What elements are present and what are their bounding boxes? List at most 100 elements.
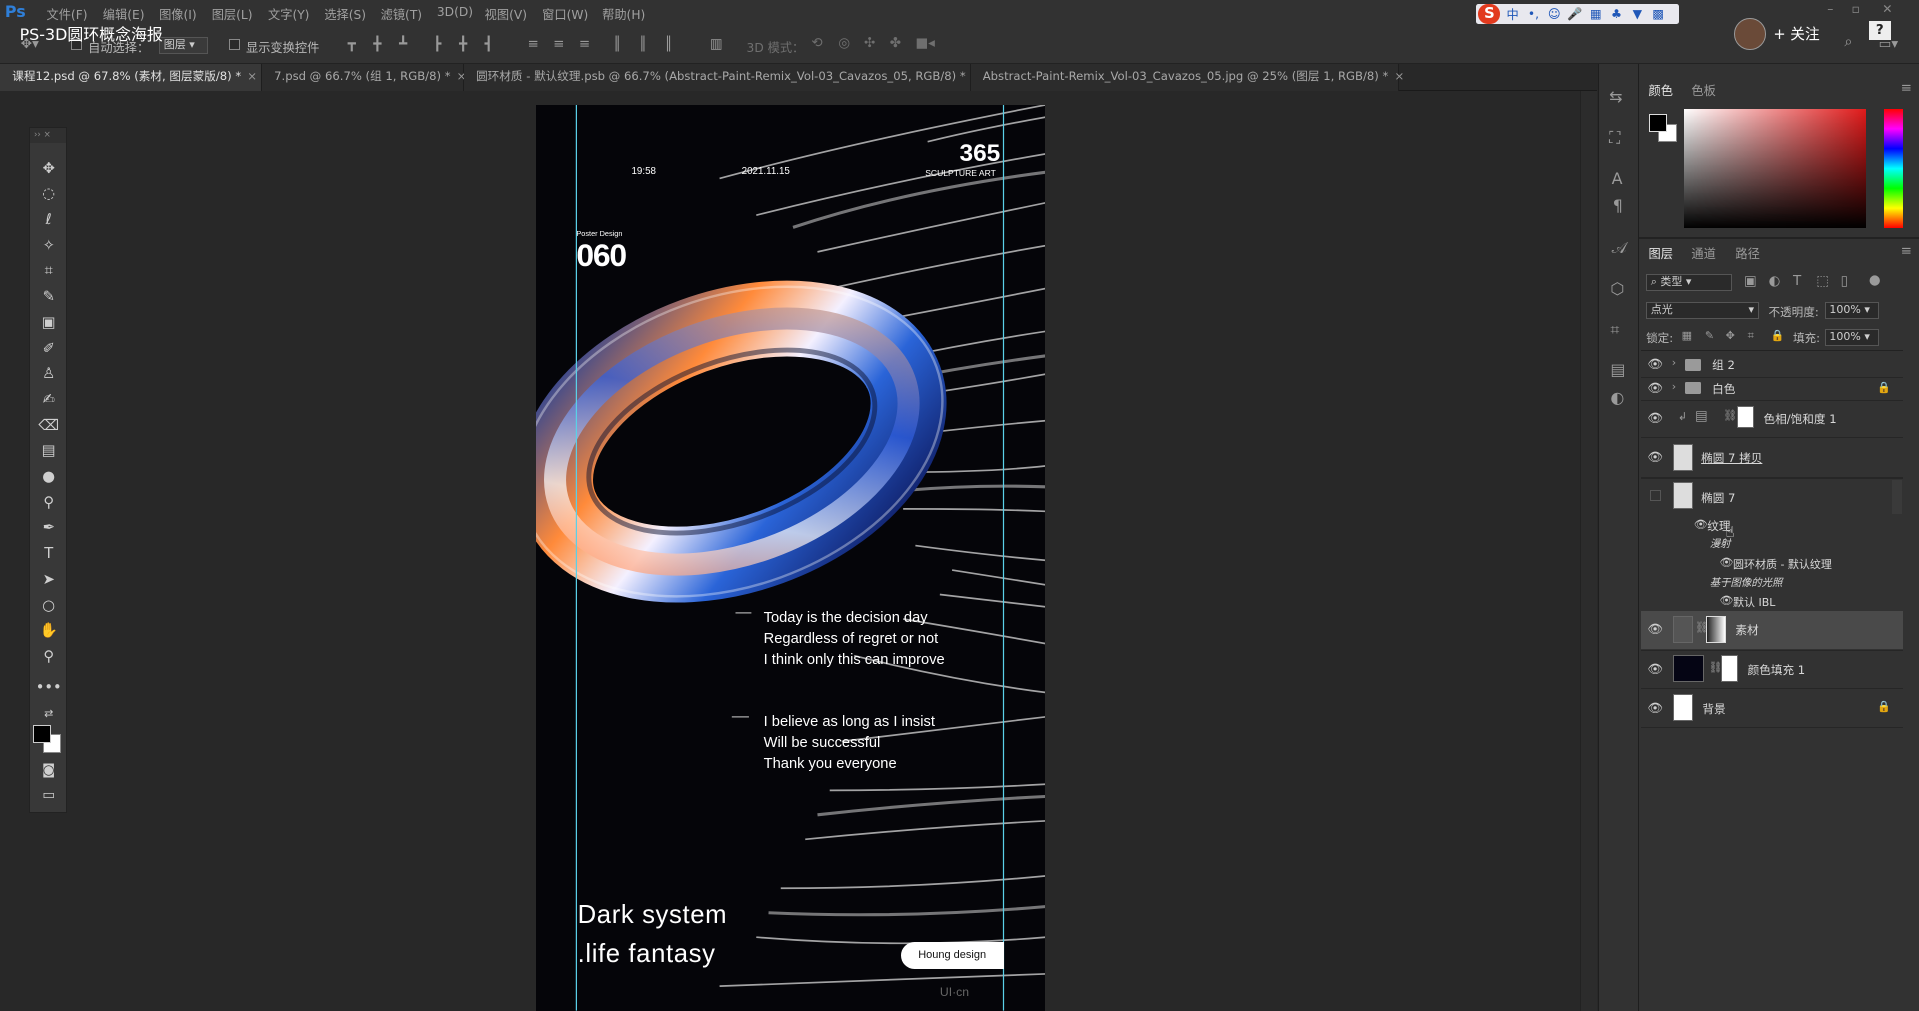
visibility-eye-icon[interactable]: 👁: [1719, 594, 1733, 607]
menu-edit[interactable]: 编辑(E): [103, 5, 145, 23]
distribute-bottom-icon[interactable]: ≡: [579, 38, 590, 51]
character-panel-icon[interactable]: A: [1612, 171, 1623, 187]
history-brush-tool-icon[interactable]: ✍: [35, 389, 62, 411]
crop-panel-icon[interactable]: ⌗: [1610, 321, 1619, 338]
lock-transparent-icon[interactable]: ▦: [1682, 330, 1692, 341]
layer-group-white[interactable]: 👁 › 白色 🔒: [1641, 377, 1903, 400]
canvas-vertical-scrollbar[interactable]: [1579, 90, 1598, 1011]
3d-scale-icon[interactable]: ■◂: [915, 36, 934, 50]
sublayer-ring-material[interactable]: 👁 圆环材质 - 默认纹理: [1641, 553, 1903, 573]
expand-chevron-icon[interactable]: ›: [1672, 381, 1676, 392]
lock-image-icon[interactable]: ✎: [1705, 330, 1714, 341]
ime-toolbar[interactable]: S 中 •, ☺ 🎤 ▦ ♣ ▼ ▩: [1475, 3, 1680, 25]
visibility-eye-icon[interactable]: 👁: [1694, 518, 1708, 531]
ime-emoji-icon[interactable]: ☺: [1546, 7, 1563, 21]
align-top-icon[interactable]: ┳: [348, 38, 356, 51]
toolbox-header[interactable]: ›› ×: [30, 128, 67, 143]
zoom-tool-icon[interactable]: ⚲: [35, 646, 62, 668]
3d-panel-icon[interactable]: ⛶: [1609, 129, 1620, 146]
tab-course12[interactable]: 课程12.psd @ 67.8% (素材, 图层蒙版/8) * ×: [0, 63, 262, 91]
visibility-eye-icon[interactable]: 👁: [1719, 556, 1733, 569]
mask-link-icon[interactable]: ⛓: [1723, 410, 1737, 421]
align-left-icon[interactable]: ┣: [433, 38, 441, 51]
color-panel-menu-icon[interactable]: ≡: [1901, 82, 1912, 95]
blur-tool-icon[interactable]: ●: [35, 466, 62, 488]
gradient-tool-icon[interactable]: ▤: [35, 440, 62, 462]
layer-material-selected[interactable]: 👁 ⛓ 素材: [1641, 610, 1904, 649]
swap-colors-icon[interactable]: ⇄: [35, 703, 62, 725]
auto-align-icon[interactable]: ▥: [710, 38, 723, 51]
distribute-vcenter-icon[interactable]: ≡: [553, 38, 564, 51]
menu-layer[interactable]: 图层(L): [212, 5, 253, 23]
distribute-top-icon[interactable]: ≡: [527, 38, 538, 51]
layers-panel-menu-icon[interactable]: ≡: [1901, 245, 1912, 258]
tab-channels[interactable]: 通道: [1691, 244, 1715, 262]
minimize-icon[interactable]: –: [1827, 2, 1833, 16]
align-bottom-icon[interactable]: ┻: [399, 38, 407, 51]
pen-tool-icon[interactable]: ✒: [35, 517, 62, 539]
lock-all-icon[interactable]: 🔒: [1771, 330, 1785, 341]
tab-paths[interactable]: 路径: [1735, 244, 1759, 262]
clone-stamp-tool-icon[interactable]: ♙: [35, 363, 62, 385]
blend-mode-dropdown[interactable]: 点光 ▾: [1646, 302, 1759, 320]
glyphs-panel-icon[interactable]: 𝒜: [1612, 239, 1627, 256]
ime-shirt-icon[interactable]: ▼: [1629, 7, 1646, 21]
type-tool-icon[interactable]: T: [35, 543, 62, 565]
tab-color[interactable]: 颜色: [1649, 81, 1673, 99]
visibility-eye-icon[interactable]: 👁: [1647, 357, 1663, 371]
ellipse-tool-icon[interactable]: ○: [35, 595, 62, 617]
distribute-right-icon[interactable]: ║: [665, 38, 673, 51]
tab-swatches[interactable]: 色板: [1691, 81, 1715, 99]
hue-slider[interactable]: [1883, 108, 1904, 228]
path-selection-tool-icon[interactable]: ➤: [35, 569, 62, 591]
layers-scrollbar[interactable]: [1892, 479, 1902, 514]
visibility-eye-icon[interactable]: 👁: [1647, 701, 1663, 715]
screen-mode-icon[interactable]: ▭: [35, 785, 62, 807]
ime-punct-icon[interactable]: •,: [1525, 7, 1542, 21]
healing-brush-tool-icon[interactable]: ▣: [35, 312, 62, 334]
mask-thumbnail[interactable]: [1736, 406, 1754, 429]
mask-thumbnail[interactable]: [1706, 615, 1726, 643]
3d-orbit-icon[interactable]: ⟲: [811, 36, 822, 50]
sublayer-default-ibl[interactable]: 👁 默认 IBL: [1641, 592, 1903, 610]
eyedropper-tool-icon[interactable]: ✎: [35, 286, 62, 308]
layer-color-fill-1[interactable]: 👁 ⛓ 颜色填充 1: [1641, 650, 1903, 688]
expand-chevron-icon[interactable]: ›: [1672, 357, 1676, 368]
3d-cube-panel-icon[interactable]: ⬡: [1610, 281, 1624, 297]
menu-image[interactable]: 图像(I): [159, 5, 197, 23]
menu-filter[interactable]: 滤镜(T): [381, 5, 422, 23]
sublayer-ibl[interactable]: 基于图像的光照: [1641, 573, 1903, 591]
auto-select-dropdown[interactable]: 图层 ▾: [159, 36, 209, 54]
lasso-tool-icon[interactable]: ℓ: [35, 209, 62, 231]
visibility-eye-icon[interactable]: 👁: [1647, 662, 1663, 676]
adjustments-panel-icon[interactable]: ◐: [1610, 390, 1624, 406]
tab-ring-material[interactable]: 圆环材质 - 默认纹理.psb @ 66.7% (Abstract-Paint-…: [463, 63, 982, 91]
ime-skin-icon[interactable]: ♣: [1608, 7, 1625, 21]
menu-file[interactable]: 文件(F): [47, 5, 88, 23]
visibility-eye-icon[interactable]: 👁: [1647, 622, 1663, 636]
hand-tool-icon[interactable]: ✋: [35, 620, 62, 642]
sublayer-diffuse[interactable]: 漫射: [1641, 534, 1903, 552]
close-tab-icon[interactable]: ×: [247, 69, 257, 83]
color-picker-field[interactable]: [1684, 108, 1867, 228]
menu-view[interactable]: 视图(V): [485, 5, 527, 23]
menu-select[interactable]: 选择(S): [324, 5, 366, 23]
filter-toggle-icon[interactable]: ●: [1869, 274, 1881, 287]
visibility-eye-icon[interactable]: 👁: [1647, 411, 1663, 425]
distribute-left-icon[interactable]: ║: [613, 38, 621, 51]
foreground-color-swatch[interactable]: [33, 724, 52, 743]
ime-grid-icon[interactable]: ▩: [1650, 7, 1667, 21]
opacity-input[interactable]: 100% ▾: [1824, 302, 1879, 320]
menu-help[interactable]: 帮助(H): [602, 5, 645, 23]
dodge-tool-icon[interactable]: ⚲: [35, 492, 62, 514]
restore-icon[interactable]: ▫: [1852, 2, 1860, 16]
lock-position-icon[interactable]: ✥: [1726, 330, 1735, 341]
layer-filter-dropdown[interactable]: ⌕ 类型 ▾: [1646, 274, 1732, 292]
visibility-off-box[interactable]: [1649, 489, 1661, 501]
show-transform-checkbox[interactable]: [228, 39, 240, 51]
ime-keyboard-icon[interactable]: ▦: [1587, 7, 1604, 21]
crop-tool-icon[interactable]: ⌗: [35, 260, 62, 282]
mask-thumbnail[interactable]: [1720, 654, 1738, 682]
layer-group-2[interactable]: 👁 › 组 2: [1641, 354, 1903, 377]
align-right-icon[interactable]: ┫: [485, 38, 493, 51]
